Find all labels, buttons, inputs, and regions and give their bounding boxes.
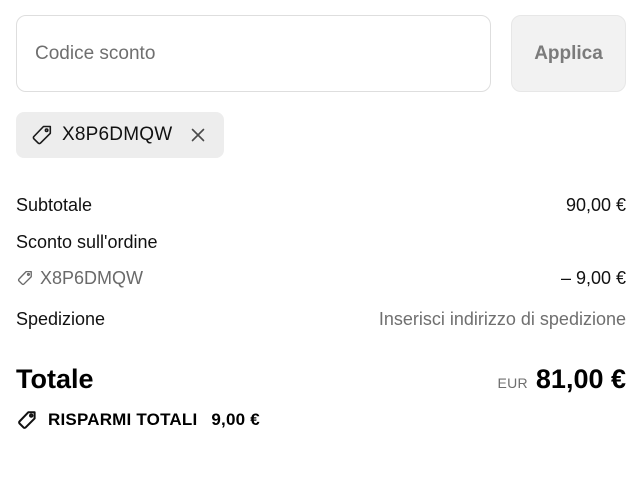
total-savings: RISPARMI TOTALI 9,00 € <box>16 409 626 431</box>
savings-label: RISPARMI TOTALI <box>48 410 198 429</box>
shipping-label: Spedizione <box>16 308 106 329</box>
total-label: Totale <box>16 364 94 394</box>
tag-icon <box>16 269 34 287</box>
savings-tag-icon <box>16 409 38 431</box>
order-summary: Subtotale 90,00 € Sconto sull'ordine X8P… <box>16 186 626 431</box>
apply-discount-button[interactable]: Applica <box>511 15 626 92</box>
applied-discount-chip: X8P6DMQW <box>16 112 225 158</box>
order-discount-value: – 9,00 € <box>560 267 626 288</box>
applied-discount-code: X8P6DMQW <box>62 124 173 145</box>
order-discount-code-row: X8P6DMQW – 9,00 € <box>16 260 626 296</box>
total-row: Totale EUR 81,00 € <box>16 364 626 395</box>
order-discount-label: Sconto sull'ordine <box>16 231 158 252</box>
subtotal-row: Subtotale 90,00 € <box>16 186 626 224</box>
total-currency: EUR <box>497 375 528 391</box>
remove-discount-button[interactable] <box>186 123 210 147</box>
shipping-row: Spedizione Inserisci indirizzo di spediz… <box>16 296 626 342</box>
discount-row: Applica <box>16 15 626 92</box>
order-discount-code-wrap: X8P6DMQW <box>16 268 143 289</box>
close-icon <box>192 128 205 142</box>
tag-icon <box>30 123 54 147</box>
subtotal-label: Subtotale <box>16 194 93 215</box>
subtotal-value: 90,00 € <box>565 194 626 215</box>
shipping-value: Inserisci indirizzo di spedizione <box>378 308 626 329</box>
order-discount-code: X8P6DMQW <box>40 267 144 288</box>
checkout-discount-summary: Applica X8P6DMQW Subtotale 90,00 € Scont… <box>0 0 642 487</box>
order-discount-row: Sconto sull'ordine <box>16 224 626 260</box>
total-amount: EUR 81,00 € <box>497 364 626 395</box>
total-value: 81,00 € <box>535 364 626 394</box>
discount-code-input[interactable] <box>16 15 491 92</box>
savings-value: 9,00 € <box>211 410 260 429</box>
